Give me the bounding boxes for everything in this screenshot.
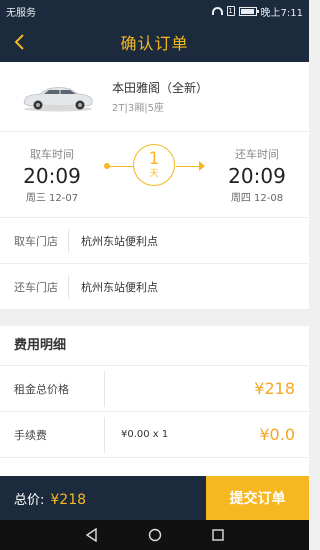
fee-row-service: 手续费 ¥0.00 x 1 ¥0.0 bbox=[0, 412, 309, 458]
clock-text: 晚上7:11 bbox=[260, 7, 303, 19]
sim-icon: 1 bbox=[226, 6, 235, 16]
order-card: 本田雅阁（全新） 2T|3厢|5座 取车时间 20:09 周三 12-07 1 … bbox=[0, 62, 309, 310]
duration-line-left bbox=[108, 165, 134, 167]
duration-days: 1 bbox=[148, 148, 160, 169]
return-time-block[interactable]: 还车时间 20:09 周四 12-08 bbox=[205, 146, 309, 204]
back-arrow-icon[interactable] bbox=[10, 32, 30, 52]
page-title: 确认订单 bbox=[120, 34, 189, 53]
total-amount: ¥218 bbox=[50, 491, 87, 508]
order-content: 本田雅阁（全新） 2T|3厢|5座 取车时间 20:09 周三 12-07 1 … bbox=[0, 62, 309, 476]
duration-unit: 天 bbox=[149, 168, 159, 179]
divider bbox=[68, 274, 69, 299]
fee-detail: ¥0.00 x 1 bbox=[121, 429, 169, 440]
divider bbox=[104, 416, 105, 453]
back-triangle-icon[interactable] bbox=[85, 528, 99, 542]
nav-bar: 确认订单 bbox=[0, 22, 309, 62]
fee-row-rent: 租金总价格 ¥218 bbox=[0, 366, 309, 412]
carrier-text: 无服务 bbox=[6, 7, 36, 19]
car-spec: 2T|3厢|5座 bbox=[112, 103, 164, 114]
system-nav-bar bbox=[0, 520, 309, 550]
pickup-store-row[interactable]: 取车门店 杭州东站便利点 bbox=[0, 218, 309, 264]
duration-badge: 1 天 bbox=[133, 143, 175, 186]
duration-line-right bbox=[176, 165, 199, 167]
wifi-icon bbox=[211, 7, 223, 15]
pickup-store-label: 取车门店 bbox=[14, 234, 58, 248]
fee-amount: ¥0.0 bbox=[259, 425, 295, 444]
duration-indicator: 1 天 bbox=[104, 132, 205, 218]
pickup-time: 20:09 bbox=[23, 163, 81, 188]
submit-order-button[interactable]: 提交订单 bbox=[206, 476, 309, 520]
return-store-value: 杭州东站便利点 bbox=[81, 280, 158, 294]
return-store-row[interactable]: 还车门店 杭州东站便利点 bbox=[0, 264, 309, 310]
fee-label: 手续费 bbox=[14, 428, 47, 442]
return-store-label: 还车门店 bbox=[14, 280, 58, 294]
arrow-right-icon bbox=[199, 160, 205, 171]
return-time-label: 还车时间 bbox=[235, 147, 279, 161]
fee-row-partial bbox=[0, 458, 309, 476]
pickup-time-label: 取车时间 bbox=[30, 147, 74, 161]
fee-section-title: 费用明细 bbox=[0, 326, 309, 366]
rental-time-row: 取车时间 20:09 周三 12-07 1 天 还车时间 20:09 周四 12… bbox=[0, 132, 309, 218]
total-label: 总价: bbox=[14, 492, 45, 508]
fee-label: 租金总价格 bbox=[14, 382, 69, 396]
home-circle-icon[interactable] bbox=[148, 528, 162, 542]
battery-icon bbox=[238, 6, 259, 16]
fee-amount: ¥218 bbox=[254, 379, 295, 398]
return-time: 20:09 bbox=[228, 163, 286, 188]
car-text: 本田雅阁（全新） 2T|3厢|5座 bbox=[112, 79, 208, 114]
checkout-bar: 总价: ¥218 提交订单 bbox=[0, 476, 309, 520]
status-icons: 1 晚上7:11 bbox=[211, 4, 303, 19]
divider bbox=[104, 370, 105, 407]
car-image bbox=[23, 86, 93, 111]
recent-apps-icon[interactable] bbox=[211, 528, 225, 542]
total-price: 总价: ¥218 bbox=[0, 489, 206, 508]
car-info-row: 本田雅阁（全新） 2T|3厢|5座 bbox=[0, 62, 309, 132]
section-gap bbox=[0, 310, 309, 326]
pickup-store-value: 杭州东站便利点 bbox=[81, 234, 158, 248]
return-date: 周四 12-08 bbox=[230, 192, 284, 204]
pickup-date: 周三 12-07 bbox=[25, 192, 79, 204]
status-bar: 无服务 1 晚上7:11 bbox=[0, 0, 309, 22]
divider bbox=[68, 228, 69, 253]
pickup-time-block[interactable]: 取车时间 20:09 周三 12-07 bbox=[0, 146, 104, 204]
car-name: 本田雅阁（全新） bbox=[112, 81, 209, 95]
